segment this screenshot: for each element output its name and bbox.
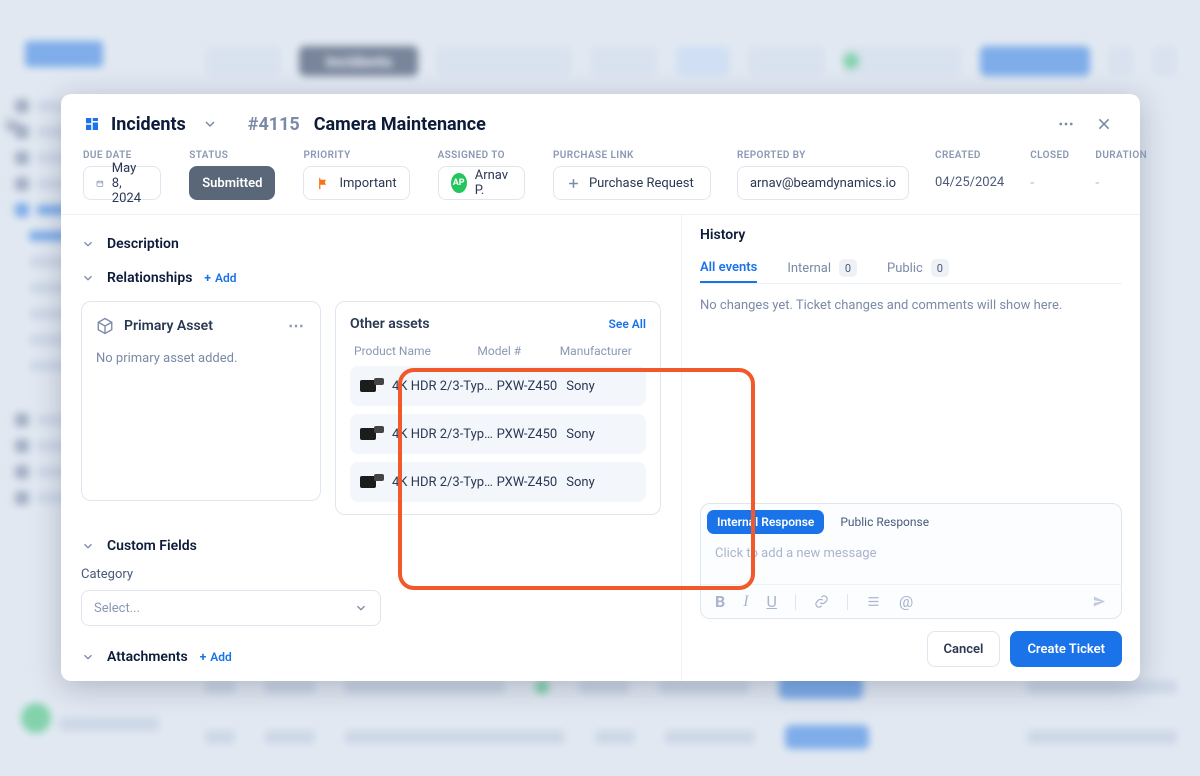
purchase-link-chip[interactable]: Purchase Request xyxy=(553,166,711,200)
col-manufacturer: Manufacturer xyxy=(560,344,642,358)
more-menu-button[interactable] xyxy=(1052,110,1080,138)
tab-internal[interactable]: Internal0 xyxy=(787,253,857,283)
left-pane: Description Relationships Add Primary As… xyxy=(61,215,681,681)
attachments-section-header[interactable]: Attachments Add xyxy=(81,640,661,674)
chevron-down-icon xyxy=(81,237,95,251)
right-pane: History All events Internal0 Public0 No … xyxy=(681,215,1140,681)
asset-row[interactable]: 4K HDR 2/3-Type … PXW-Z450 Sony xyxy=(350,414,646,454)
plus-icon xyxy=(566,176,581,191)
duration-label: DURATION xyxy=(1095,150,1147,161)
reported-label: REPORTED BY xyxy=(737,150,909,161)
attachments-empty-text[interactable]: No attachments added. Click to add a new… xyxy=(81,680,661,681)
cancel-button[interactable]: Cancel xyxy=(927,631,1001,667)
purchase-label: PURCHASE LINK xyxy=(553,150,711,161)
camera-icon xyxy=(360,378,384,394)
priority-chip[interactable]: Important xyxy=(303,166,409,200)
closed-label: CLOSED xyxy=(1030,150,1069,161)
history-tabs: All events Internal0 Public0 xyxy=(700,253,1122,284)
other-assets-title: Other assets xyxy=(350,316,430,332)
camera-icon xyxy=(360,426,384,442)
history-empty-text: No changes yet. Ticket changes and comme… xyxy=(700,298,1122,313)
due-date-chip[interactable]: May 8, 2024 xyxy=(83,166,161,200)
reported-by-chip[interactable]: arnav@beamdynamics.io xyxy=(737,166,909,200)
camera-icon xyxy=(360,474,384,490)
created-value: 04/25/2024 xyxy=(935,166,1004,190)
status-chip[interactable]: Submitted xyxy=(189,166,275,200)
primary-asset-panel: Primary Asset ⋯ No primary asset added. xyxy=(81,301,321,501)
calendar-icon xyxy=(96,176,104,191)
primary-asset-more-button[interactable]: ⋯ xyxy=(288,316,306,335)
assigned-label: ASSIGNED TO xyxy=(438,150,525,161)
relationships-section-header[interactable]: Relationships Add xyxy=(81,261,661,295)
message-composer: Internal Response Public Response Click … xyxy=(700,503,1122,619)
modal-footer: Cancel Create Ticket xyxy=(700,619,1122,667)
composer-input[interactable]: Click to add a new message xyxy=(701,540,1121,584)
asset-row[interactable]: 4K HDR 2/3-Type … PXW-Z450 Sony xyxy=(350,462,646,502)
ticket-meta-row: DUE DATE May 8, 2024 STATUS Submitted PR… xyxy=(61,146,1140,215)
other-assets-panel: Other assets See All Product Name Model … xyxy=(335,301,661,515)
tab-public[interactable]: Public0 xyxy=(887,253,949,283)
incidents-icon xyxy=(83,115,101,133)
col-product-name: Product Name xyxy=(354,344,477,358)
created-label: CREATED xyxy=(935,150,1004,161)
col-model: Model # xyxy=(477,344,559,358)
add-attachment-link[interactable]: Add xyxy=(200,650,232,664)
history-title: History xyxy=(700,227,1122,243)
add-relationship-link[interactable]: Add xyxy=(204,271,236,285)
ticket-id: #4115 xyxy=(248,114,300,135)
priority-label: PRIORITY xyxy=(303,150,409,161)
composer-tab-internal[interactable]: Internal Response xyxy=(707,510,824,534)
composer-toolbar: B I U @ xyxy=(701,584,1121,618)
description-section-header[interactable]: Description xyxy=(81,227,661,261)
bold-icon[interactable]: B xyxy=(715,592,725,611)
cube-icon xyxy=(96,317,114,335)
category-label: Category xyxy=(81,567,661,582)
modal-header: Incidents #4115 Camera Maintenance xyxy=(61,94,1140,146)
due-date-label: DUE DATE xyxy=(83,150,161,161)
custom-fields-section-header[interactable]: Custom Fields xyxy=(81,529,661,563)
status-label: STATUS xyxy=(189,150,275,161)
align-icon[interactable] xyxy=(866,594,881,609)
flag-icon xyxy=(316,176,331,191)
chevron-down-icon xyxy=(354,601,368,615)
chevron-down-icon xyxy=(81,271,95,285)
chevron-down-icon xyxy=(81,650,95,664)
asset-row[interactable]: 4K HDR 2/3-Type … PXW-Z450 Sony xyxy=(350,366,646,406)
chevron-down-icon[interactable] xyxy=(202,116,218,132)
link-icon[interactable] xyxy=(814,594,829,609)
assigned-chip[interactable]: AP Arnav P. xyxy=(438,166,525,200)
closed-value: - xyxy=(1030,166,1069,191)
create-ticket-button[interactable]: Create Ticket xyxy=(1010,631,1122,667)
ticket-modal: Incidents #4115 Camera Maintenance DUE D… xyxy=(61,94,1140,681)
italic-icon[interactable]: I xyxy=(743,593,748,611)
underline-icon[interactable]: U xyxy=(767,592,777,611)
duration-value: - xyxy=(1095,166,1147,191)
composer-tab-public[interactable]: Public Response xyxy=(830,510,939,534)
primary-asset-empty-text: No primary asset added. xyxy=(96,351,306,366)
see-all-link[interactable]: See All xyxy=(609,317,646,331)
ticket-title: Camera Maintenance xyxy=(314,114,486,135)
breadcrumb[interactable]: Incidents xyxy=(111,114,186,135)
category-select[interactable]: Select... xyxy=(81,590,381,626)
close-button[interactable] xyxy=(1090,110,1118,138)
send-icon[interactable] xyxy=(1092,594,1107,609)
tab-all-events[interactable]: All events xyxy=(700,253,757,283)
mention-icon[interactable]: @ xyxy=(899,592,913,611)
chevron-down-icon xyxy=(81,539,95,553)
avatar: AP xyxy=(451,173,467,193)
